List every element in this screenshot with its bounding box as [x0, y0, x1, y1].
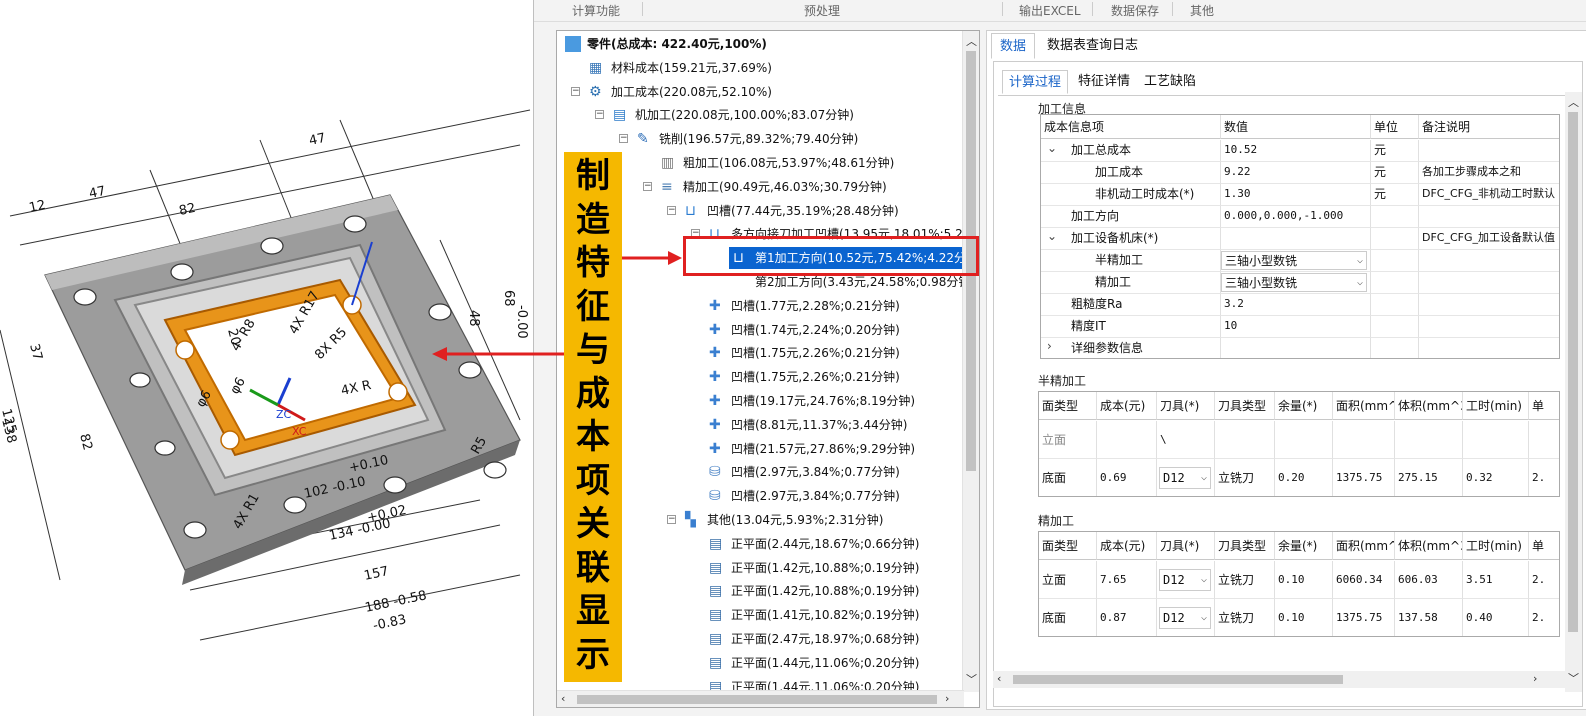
callout-arrows	[432, 251, 682, 361]
